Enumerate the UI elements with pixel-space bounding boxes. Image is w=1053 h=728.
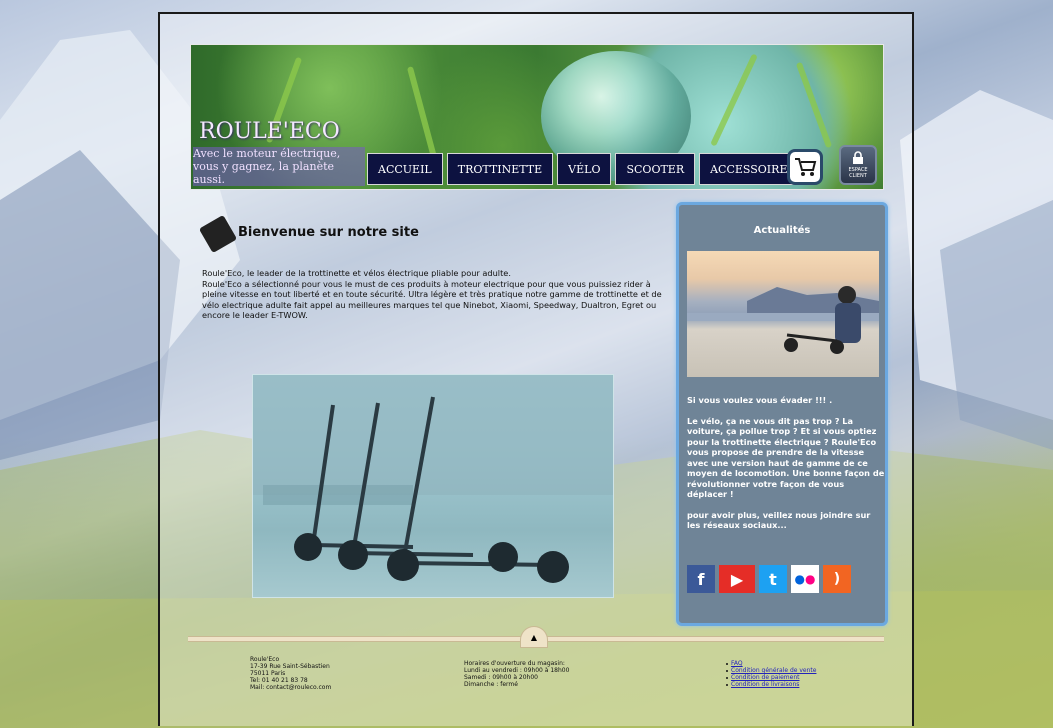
footer-link-item: Condition de paiement <box>726 674 816 681</box>
sidebar-paragraph-2: Le vélo, ça ne vous dit pas trop ? La vo… <box>687 415 885 500</box>
footer-link-item: FAQ <box>726 660 816 667</box>
intro-text: Roule'Eco, le leader de la trottinette e… <box>202 268 668 321</box>
youtube-icon[interactable]: ▶ <box>719 565 755 593</box>
back-to-top-button[interactable]: ▲ <box>520 626 548 648</box>
cart-button[interactable] <box>787 149 823 185</box>
intro-line-2: Roule'Eco a sélectionné pour vous le mus… <box>202 278 662 321</box>
faq-link[interactable]: FAQ <box>731 660 743 667</box>
nav-item-velo[interactable]: VÉLO <box>557 153 612 185</box>
espace-client-label: ESPACE CLIENT <box>848 167 868 179</box>
payment-link[interactable]: Condition de paiement <box>731 674 799 681</box>
nav-item-accueil[interactable]: ACCUEIL <box>367 153 443 185</box>
social-links: f ▶ t ● ● ) <box>687 565 851 593</box>
delivery-link[interactable]: Condition de livraisons <box>731 681 799 688</box>
scooters-illustration <box>253 375 613 583</box>
footer-link-item: Condition de livraisons <box>726 681 816 688</box>
rss-icon[interactable]: ) <box>823 565 851 593</box>
footer-address-line: Roule'Eco <box>250 656 280 663</box>
nav-item-trottinette[interactable]: TROTTINETTE <box>446 153 554 185</box>
sidebar-paragraph-3: pour avoir plus, veillez nous joindre su… <box>687 509 871 531</box>
twitter-icon[interactable]: t <box>759 565 787 593</box>
welcome-title: Bienvenue sur notre site <box>238 225 419 240</box>
header-banner: ROULE'ECO Avec le moteur électrique, vou… <box>190 44 884 190</box>
news-sidebar: Actualités Si vous voulez vous évader !!… <box>676 202 888 626</box>
footer-address-line: Mail: contact@rouleco.com <box>250 684 332 691</box>
footer-link-item: Condition générale de vente <box>726 667 816 674</box>
footer-hours-line: Horaires d'ouverture du magasin: <box>464 660 565 667</box>
news-photo <box>687 251 879 377</box>
cgv-link[interactable]: Condition générale de vente <box>731 667 816 674</box>
footer-address: Roule'Eco 17-39 Rue Saint-Sébastien 7501… <box>250 656 331 691</box>
lock-icon <box>853 151 863 164</box>
flickr-icon[interactable]: ● ● <box>791 565 819 593</box>
footer-address-line: Tel: 01 40 21 83 78 <box>250 677 308 684</box>
espace-client-button[interactable]: ESPACE CLIENT <box>839 145 877 185</box>
cart-icon <box>795 158 817 176</box>
brand-title[interactable]: ROULE'ECO <box>199 119 340 144</box>
scooter-badge-icon <box>198 214 238 254</box>
main-nav: ACCUEIL TROTTINETTE VÉLO SCOOTER ACCESSO… <box>367 153 807 185</box>
sidebar-paragraph-1: Si vous voulez vous évader !!! . <box>687 395 833 405</box>
footer-address-line: 75011 Paris <box>250 670 286 677</box>
footer-hours-line: Lundi au vendredi : 09h00 à 18h00 <box>464 667 570 674</box>
facebook-icon[interactable]: f <box>687 565 715 593</box>
intro-line-1: Roule'Eco, le leader de la trottinette e… <box>202 268 511 278</box>
sidebar-title: Actualités <box>753 225 811 236</box>
footer-hours-line: Samedi : 09h00 à 20h00 <box>464 674 538 681</box>
footer-hours-line: Dimanche : fermé <box>464 681 518 688</box>
page-container: ROULE'ECO Avec le moteur électrique, vou… <box>158 12 914 726</box>
brand-slogan: Avec le moteur électrique, vous y gagnez… <box>193 147 365 186</box>
footer-hours: Horaires d'ouverture du magasin: Lundi a… <box>464 660 569 688</box>
footer-links: FAQ Condition générale de vente Conditio… <box>726 660 816 688</box>
nav-item-scooter[interactable]: SCOOTER <box>615 153 696 185</box>
chevron-up-icon: ▲ <box>530 632 538 642</box>
scooters-photo <box>252 374 614 598</box>
sidebar-text: Si vous voulez vous évader !!! . Le vélo… <box>687 395 885 541</box>
footer-address-line: 17-39 Rue Saint-Sébastien <box>250 663 330 670</box>
